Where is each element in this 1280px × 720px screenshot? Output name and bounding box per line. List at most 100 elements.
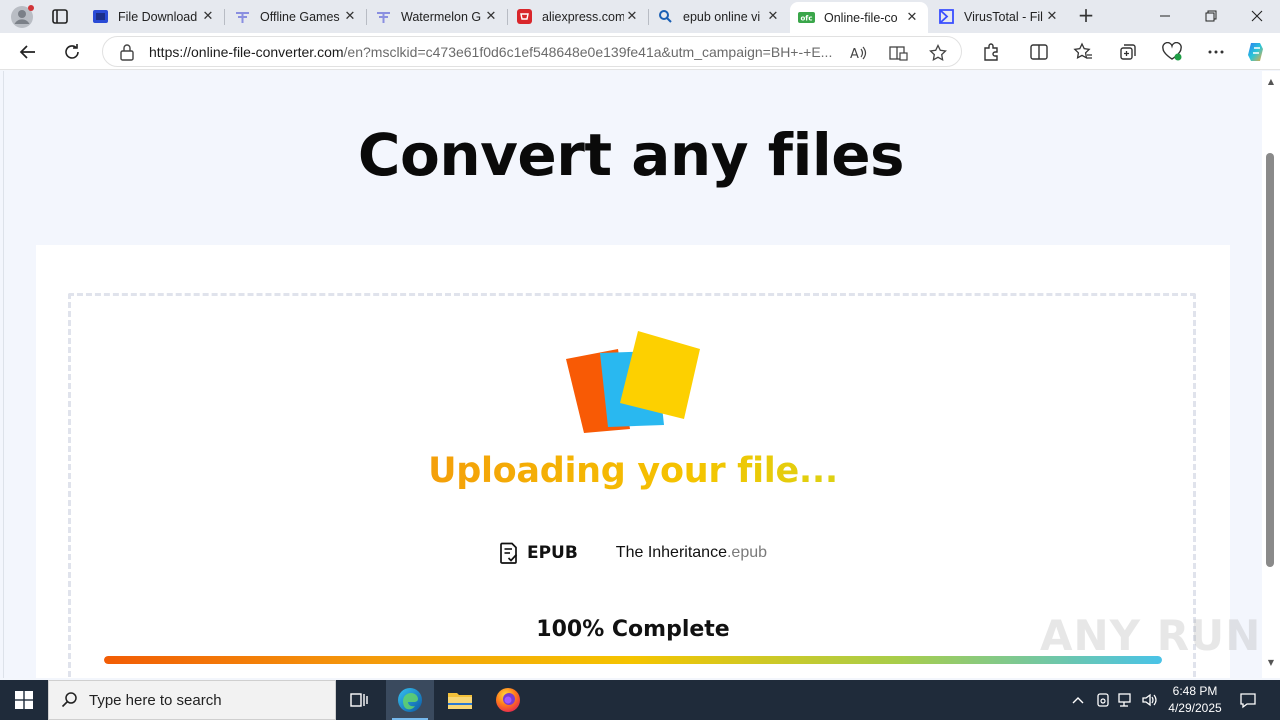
tab-virustotal[interactable]: VirusTotal - Fil ✕	[930, 2, 1068, 31]
tab-title: aliexpress.com	[542, 9, 624, 24]
tab-title: File Download	[118, 9, 198, 24]
taskbar-edge[interactable]	[386, 680, 434, 720]
system-clock[interactable]: 6:48 PM 4/29/2025	[1160, 683, 1230, 717]
progress-bar	[104, 656, 1162, 664]
close-window-icon	[1251, 10, 1263, 22]
scroll-thumb[interactable]	[1266, 153, 1274, 567]
tray-network[interactable]	[1115, 680, 1137, 720]
notification-center-button[interactable]	[1232, 680, 1264, 720]
file-format: EPUB	[499, 542, 578, 564]
tab-strip: File Download ✕ Offline Games ✕ Watermel…	[0, 0, 1280, 33]
tab-title: Online-file-co	[824, 10, 898, 25]
device-icon	[1097, 693, 1109, 707]
back-arrow-icon	[19, 45, 35, 59]
offline-games-icon	[234, 8, 251, 25]
refresh-button[interactable]	[58, 38, 86, 66]
files-upload-icon	[566, 331, 700, 433]
split-screen-button[interactable]	[1027, 40, 1051, 64]
close-window-button[interactable]	[1234, 0, 1280, 32]
address-bar[interactable]: https://online-file-converter.com/en?msc…	[102, 36, 962, 67]
file-name: The Inheritance	[615, 544, 727, 561]
close-tab-icon[interactable]: ✕	[904, 10, 920, 26]
browser-essentials-button[interactable]	[1160, 40, 1184, 64]
close-tab-icon[interactable]: ✕	[483, 9, 499, 25]
back-button[interactable]	[14, 38, 42, 66]
tab-title: epub online vi	[683, 9, 761, 24]
taskbar-search[interactable]: Type here to search	[48, 680, 336, 720]
svg-text:ofc: ofc	[800, 15, 812, 23]
start-button[interactable]	[0, 680, 48, 720]
tray-volume[interactable]	[1139, 680, 1161, 720]
tab-separator	[224, 9, 225, 25]
chevron-up-icon	[1072, 697, 1084, 704]
tab-file-download[interactable]: File Download ✕	[84, 2, 225, 31]
tray-device[interactable]	[1092, 680, 1114, 720]
notification-icon	[1240, 693, 1256, 709]
collections-icon	[1120, 44, 1136, 60]
favorites-button[interactable]	[1071, 40, 1095, 64]
scroll-up-icon[interactable]: ▲	[1266, 77, 1276, 87]
task-view-icon	[350, 693, 368, 707]
new-tab-button[interactable]: +	[1074, 4, 1098, 28]
extensions-button[interactable]	[979, 40, 1003, 64]
virustotal-icon	[938, 8, 955, 25]
url-text[interactable]: https://online-file-converter.com/en?msc…	[149, 44, 839, 60]
notification-dot	[28, 5, 34, 11]
more-dots-icon	[1208, 50, 1224, 54]
search-icon	[657, 8, 674, 25]
tab-online-file-converter[interactable]: ofc Online-file-co ✕	[790, 2, 928, 33]
settings-more-button[interactable]	[1204, 40, 1228, 64]
close-tab-icon[interactable]: ✕	[1044, 9, 1060, 25]
favorites-icon	[1073, 42, 1092, 60]
close-tab-icon[interactable]: ✕	[765, 9, 781, 25]
restore-button[interactable]	[1188, 0, 1234, 32]
url-host: https://online-file-converter.com	[149, 44, 344, 60]
copilot-icon	[1248, 43, 1263, 61]
tab-watermelon[interactable]: Watermelon G ✕	[367, 2, 508, 31]
edge-icon	[398, 688, 422, 712]
anyrun-watermark: ANY RUN	[1040, 611, 1262, 660]
document-check-icon	[500, 542, 518, 564]
task-view-button[interactable]	[336, 680, 384, 720]
close-tab-icon[interactable]: ✕	[200, 9, 216, 25]
tab-title: Watermelon G	[401, 9, 482, 24]
web-page: Convert any files Uploading your file...…	[0, 71, 1262, 678]
watermelon-icon	[375, 8, 392, 25]
windows-logo-icon	[15, 691, 33, 709]
file-info: EPUB The Inheritance .epub	[36, 542, 1230, 564]
tab-actions-button[interactable]	[48, 6, 72, 28]
page-scrollbar[interactable]: ▲ ▼	[1262, 71, 1280, 678]
close-tab-icon[interactable]: ✕	[624, 9, 640, 25]
speaker-icon	[1142, 693, 1157, 707]
tab-title: Offline Games	[260, 9, 340, 24]
file-extension: .epub	[726, 544, 768, 561]
copilot-button[interactable]	[1245, 40, 1269, 64]
search-placeholder: Type here to search	[89, 691, 222, 709]
read-aloud-icon[interactable]: A	[847, 42, 869, 64]
lock-icon[interactable]	[119, 43, 135, 65]
heart-pulse-icon	[1162, 42, 1182, 61]
restore-icon	[1205, 10, 1217, 22]
svg-text:A: A	[850, 47, 859, 62]
tab-offline-games[interactable]: Offline Games ✕	[226, 2, 367, 31]
page-headline: Convert any files	[357, 121, 905, 189]
windows-taskbar: Type here to search 6:48 PM 4/29/2025	[0, 680, 1280, 720]
taskbar-file-explorer[interactable]	[436, 680, 484, 720]
close-tab-icon[interactable]: ✕	[342, 9, 358, 25]
minimize-button[interactable]	[1142, 0, 1188, 32]
favorite-star-icon[interactable]	[927, 42, 949, 64]
tab-aliexpress[interactable]: aliexpress.com ✕	[508, 2, 649, 31]
tab-epub-search[interactable]: epub online vi ✕	[649, 2, 789, 31]
progress-fill	[104, 656, 1162, 664]
immersive-reader-icon[interactable]	[887, 42, 909, 64]
puzzle-icon	[984, 43, 998, 61]
ofc-icon: ofc	[798, 9, 815, 26]
taskbar-firefox[interactable]	[484, 680, 532, 720]
show-hidden-icons[interactable]	[1068, 680, 1088, 720]
scroll-down-icon[interactable]: ▼	[1266, 658, 1276, 668]
firefox-icon	[496, 688, 520, 712]
network-icon	[1118, 693, 1131, 707]
collections-button[interactable]	[1116, 40, 1140, 64]
tab-actions-icon	[52, 9, 68, 24]
clock-date: 4/29/2025	[1168, 701, 1222, 715]
